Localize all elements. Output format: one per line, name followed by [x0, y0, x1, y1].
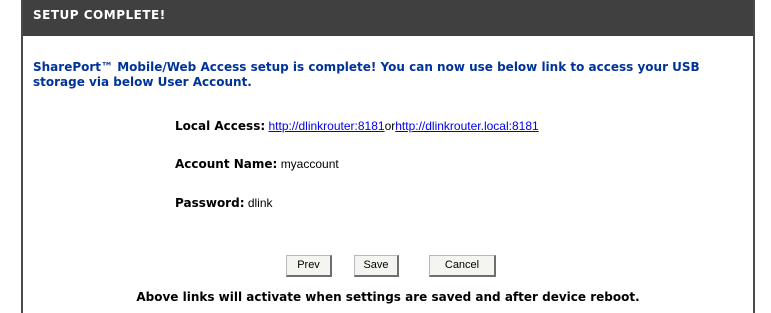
setup-complete-panel: SETUP COMPLETE! SharePort™ Mobile/Web Ac… — [21, 0, 755, 313]
account-name-value: myaccount — [280, 157, 339, 171]
cancel-button[interactable]: Cancel — [429, 255, 496, 277]
local-access-row: Local Access: http://dlinkrouter:8181orh… — [175, 119, 539, 133]
local-access-label: Local Access: — [175, 119, 266, 133]
password-value: dlink — [247, 196, 273, 210]
prev-button[interactable]: Prev — [286, 255, 332, 277]
intro-text: SharePort™ Mobile/Web Access setup is co… — [33, 60, 700, 89]
link-separator: or — [384, 119, 396, 133]
save-button[interactable]: Save — [354, 255, 399, 277]
account-name-label: Account Name: — [175, 157, 278, 171]
local-access-link-local[interactable]: http://dlinkrouter.local:8181 — [395, 119, 538, 133]
section-title: SETUP COMPLETE! — [33, 8, 166, 22]
account-name-row: Account Name: myaccount — [175, 157, 339, 171]
section-header: SETUP COMPLETE! — [23, 0, 753, 37]
local-access-link-ip[interactable]: http://dlinkrouter:8181 — [268, 119, 384, 133]
reboot-note: Above links will activate when settings … — [136, 290, 640, 304]
password-row: Password: dlink — [175, 196, 273, 210]
password-label: Password: — [175, 196, 245, 210]
